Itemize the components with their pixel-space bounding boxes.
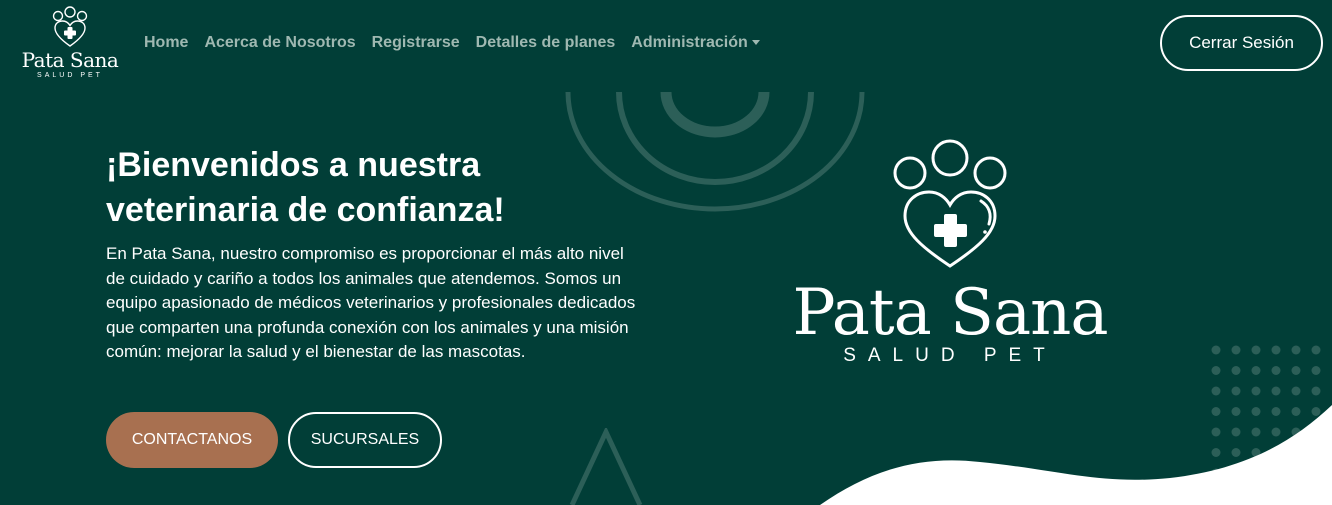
brand-name: Pata Sana	[21, 48, 119, 72]
decorative-dot	[1271, 366, 1281, 375]
decorative-triangle	[569, 428, 643, 505]
decorative-dot	[1211, 345, 1221, 355]
page: Pata Sana SALUD PET Home Acerca de Nosot…	[0, 0, 1332, 505]
decorative-dot	[1231, 366, 1241, 375]
decorative-dot	[1251, 366, 1261, 375]
nav-link-register[interactable]: Registrarse	[364, 30, 468, 56]
decorative-dot	[1211, 386, 1221, 396]
nav-link-plans[interactable]: Detalles de planes	[468, 30, 624, 56]
paw-heart-icon	[52, 6, 88, 47]
paw-heart-cross-icon	[893, 139, 1007, 268]
brand-tagline: SALUD PET	[37, 72, 103, 79]
hero-title: ¡Bienvenidos a nuestra veterinaria de co…	[106, 146, 505, 229]
decorative-dot	[1231, 386, 1241, 396]
decorative-dot	[1211, 366, 1221, 375]
decorative-dot	[1231, 345, 1241, 355]
branches-button[interactable]: SUCURSALES	[288, 412, 442, 468]
navbar: Pata Sana SALUD PET Home Acerca de Nosot…	[0, 0, 1332, 88]
nav-dropdown-admin[interactable]: Administración	[623, 30, 767, 56]
hero-logo: Pata Sana SALUD PET	[780, 138, 1120, 370]
decorative-dot	[1291, 366, 1301, 375]
hero-logo-name: Pata Sana	[792, 276, 1109, 350]
decorative-dot	[1271, 345, 1281, 355]
decorative-dot	[1291, 345, 1301, 355]
decorative-dot	[1251, 345, 1261, 355]
nav-item-admin: Administración	[623, 30, 767, 56]
decorative-dot	[1291, 386, 1301, 396]
decorative-dot	[1311, 345, 1321, 355]
decorative-dot	[1311, 366, 1321, 375]
nav-item-plans: Detalles de planes	[468, 30, 624, 56]
decorative-dot	[1271, 386, 1281, 396]
decorative-dot	[1311, 386, 1321, 396]
nav-link-home[interactable]: Home	[136, 30, 196, 56]
nav-menu: Home Acerca de Nosotros Registrarse Deta…	[136, 28, 768, 58]
nav-item-home: Home	[136, 30, 196, 56]
logout-button[interactable]: Cerrar Sesión	[1160, 15, 1323, 71]
decorative-dot	[1251, 386, 1261, 396]
decorative-white-wave	[820, 405, 1332, 505]
brand-logo-link[interactable]: Pata Sana SALUD PET	[18, 6, 122, 80]
nav-link-about[interactable]: Acerca de Nosotros	[196, 30, 363, 56]
nav-item-register: Registrarse	[364, 30, 468, 56]
nav-admin-label: Administración	[631, 34, 748, 51]
nav-item-about: Acerca de Nosotros	[196, 30, 363, 56]
hero-description: En Pata Sana, nuestro compromiso es prop…	[106, 244, 636, 361]
caret-down-icon	[751, 40, 760, 46]
contact-button[interactable]: CONTACTANOS	[106, 412, 278, 468]
hero-logo-tagline: SALUD PET	[843, 345, 1057, 366]
